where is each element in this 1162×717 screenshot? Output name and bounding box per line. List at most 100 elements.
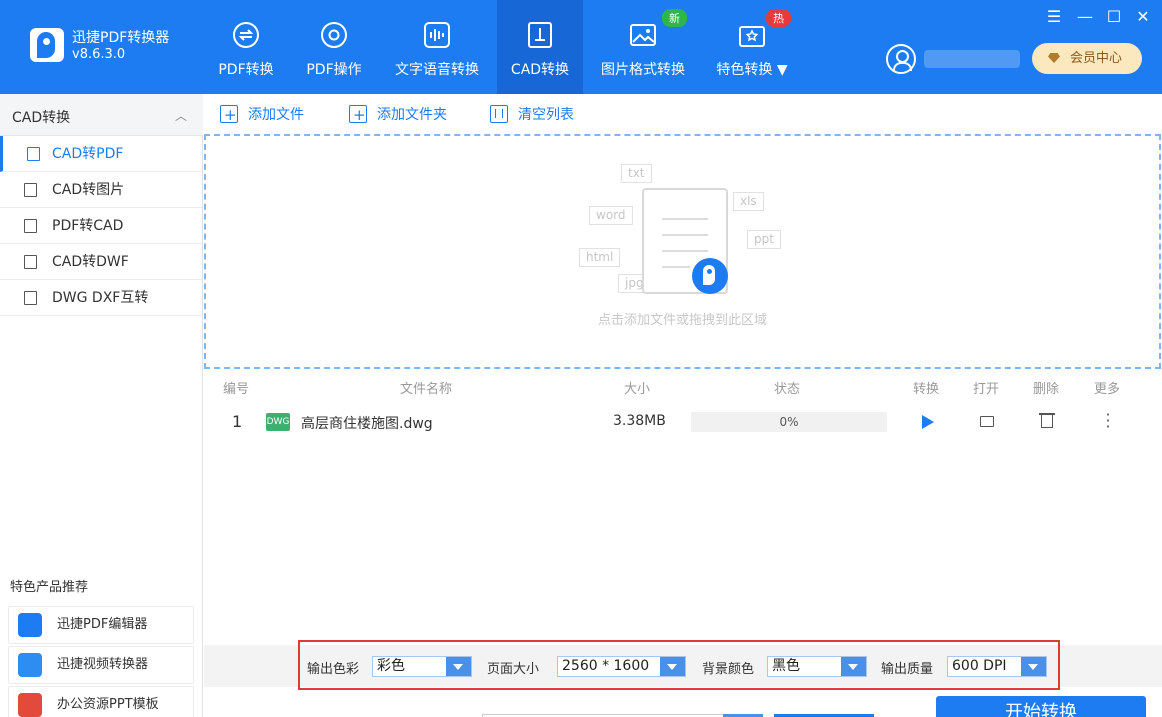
ppt-template-icon (18, 693, 42, 717)
vip-label: 会员中心 (1070, 51, 1123, 66)
new-badge: 新 (662, 9, 687, 27)
special-icon (739, 26, 765, 47)
column-header: 大小 (624, 382, 651, 397)
start-convert-button[interactable]: 开始转换 (936, 696, 1146, 717)
sidebar-item-pdf-to-cad[interactable]: PDF转CAD (0, 208, 202, 244)
file-name: 高层商住楼施图.dwg (301, 416, 433, 432)
nav-label: 图片格式转换 (601, 62, 685, 78)
nav-text-speech[interactable]: 文字语音转换 (389, 0, 485, 94)
pdf-editor-icon (18, 613, 42, 637)
add-folder-button[interactable]: 添加文件夹 (349, 103, 447, 127)
add-file-label: 添加文件 (248, 107, 304, 123)
column-header: 打开 (973, 382, 1000, 397)
dropdown-arrow-icon (841, 657, 866, 676)
nav-label: PDF转换 (218, 62, 274, 78)
background-color-label: 背景颜色 (702, 662, 755, 677)
nav-label: 文字语音转换 (395, 62, 479, 78)
page-size-select[interactable]: 2560 * 1600 (557, 656, 686, 677)
menu-icon[interactable]: ☰ (1044, 7, 1064, 26)
sidebar-item-cad-to-image[interactable]: CAD转图片 (0, 172, 202, 208)
top-bar: 迅捷PDF转换器 v8.6.3.0 PDF转换 PDF操作 文字语音转换 CAD… (0, 0, 1162, 94)
add-folder-icon (349, 103, 367, 127)
image-file-icon (24, 183, 37, 197)
chevron-up-icon: ︿ (174, 109, 187, 123)
dropdown-arrow-icon (660, 657, 685, 676)
output-quality-label: 输出质量 (881, 662, 934, 677)
sidebar-header[interactable]: CAD转换 ︿ (0, 94, 203, 136)
column-header: 编号 (223, 382, 250, 397)
sidebar-item-label: CAD转PDF (52, 146, 124, 162)
select-value: 600 DPI (952, 658, 1007, 674)
select-value: 彩色 (377, 658, 405, 674)
row-index: 1 (232, 412, 243, 431)
column-header: 文件名称 (400, 382, 453, 397)
sidebar-item-cad-to-dwf[interactable]: CAD转DWF (0, 244, 202, 280)
dropdown-arrow-icon (1021, 657, 1046, 676)
recommend-label: 办公资源PPT模板 (57, 697, 159, 712)
output-color-select[interactable]: 彩色 (372, 656, 472, 677)
column-header: 状态 (774, 382, 801, 397)
file-type-tag: txt (621, 164, 652, 183)
pdf-convert-icon (233, 22, 259, 48)
video-converter-icon (18, 653, 42, 677)
recommend-title: 特色产品推荐 (10, 580, 89, 595)
nav-pdf-operation[interactable]: PDF操作 (293, 0, 375, 94)
file-type-tag: word (589, 206, 633, 225)
sidebar-item-dwg-dxf[interactable]: DWG DXF互转 (0, 280, 202, 316)
app-name: 迅捷PDF转换器 (72, 30, 170, 46)
sidebar-item-label: CAD转DWF (52, 254, 129, 270)
file-size: 3.38MB (613, 413, 666, 429)
user-avatar-icon[interactable] (886, 44, 916, 74)
trash-icon[interactable] (1039, 413, 1055, 428)
sidebar-item-cad-to-pdf[interactable]: CAD转PDF (0, 136, 202, 172)
sidebar-item-label: CAD转图片 (52, 182, 125, 198)
recommend-pdf-editor[interactable]: 迅捷PDF编辑器 (8, 606, 194, 644)
recommend-label: 迅捷视频转换器 (57, 657, 149, 672)
maximize-icon[interactable]: ☐ (1104, 7, 1124, 26)
page-size-label: 页面大小 (487, 662, 540, 677)
nav-label: CAD转换 (510, 62, 570, 78)
app-version: v8.6.3.0 (72, 47, 126, 62)
progress-bar: 0% (691, 412, 887, 432)
nav-pdf-convert[interactable]: PDF转换 (205, 0, 287, 94)
recommend-ppt-template[interactable]: 办公资源PPT模板 (8, 686, 194, 717)
recommend-label: 迅捷PDF编辑器 (57, 617, 148, 632)
dwg-file-icon: DWG (266, 413, 290, 431)
background-color-select[interactable]: 黑色 (767, 656, 867, 677)
dwg-file-icon (24, 291, 37, 305)
add-file-icon (220, 103, 238, 127)
table-row[interactable]: 1 DWG 高层商住楼施图.dwg 3.38MB 0% · · · (204, 405, 1161, 439)
dwf-file-icon (24, 255, 37, 269)
clear-list-button[interactable]: 清空列表 (490, 103, 574, 127)
audio-wave-icon (424, 22, 450, 48)
nav-label: PDF操作 (306, 62, 362, 78)
username-blurred (924, 50, 1020, 68)
folder-open-icon[interactable] (980, 416, 994, 427)
cad-file-icon (24, 219, 37, 233)
file-type-tag: ppt (747, 230, 781, 249)
play-icon[interactable] (922, 415, 934, 429)
app-logo-icon (30, 28, 64, 62)
dropdown-arrow-icon (446, 657, 471, 676)
sidebar-item-label: DWG DXF互转 (52, 290, 149, 306)
recommend-video-converter[interactable]: 迅捷视频转换器 (8, 646, 194, 684)
trash-icon (490, 105, 508, 123)
minimize-icon[interactable]: — (1075, 7, 1095, 26)
diamond-icon (1048, 53, 1060, 63)
nav-cad-convert[interactable]: CAD转换 (497, 0, 583, 94)
add-file-button[interactable]: 添加文件 (220, 103, 304, 127)
pdf-file-icon (27, 147, 40, 161)
output-color-label: 输出色彩 (307, 662, 360, 677)
progress-text: 0% (779, 415, 799, 429)
clear-list-label: 清空列表 (518, 107, 574, 123)
add-folder-label: 添加文件夹 (377, 107, 447, 123)
file-drop-zone[interactable]: txt word xls ppt html jpg 点击添加文件或拖拽到此区域 (204, 134, 1161, 369)
nav-label: 特色转换 ▼ (716, 62, 788, 78)
file-type-tag: xls (733, 192, 764, 211)
image-icon (630, 24, 656, 46)
cad-icon (528, 22, 552, 48)
more-vertical-icon[interactable]: · · · (1104, 407, 1112, 435)
output-quality-select[interactable]: 600 DPI (947, 656, 1047, 677)
close-icon[interactable]: ✕ (1133, 7, 1153, 26)
vip-center-button[interactable]: 会员中心 (1032, 43, 1142, 74)
